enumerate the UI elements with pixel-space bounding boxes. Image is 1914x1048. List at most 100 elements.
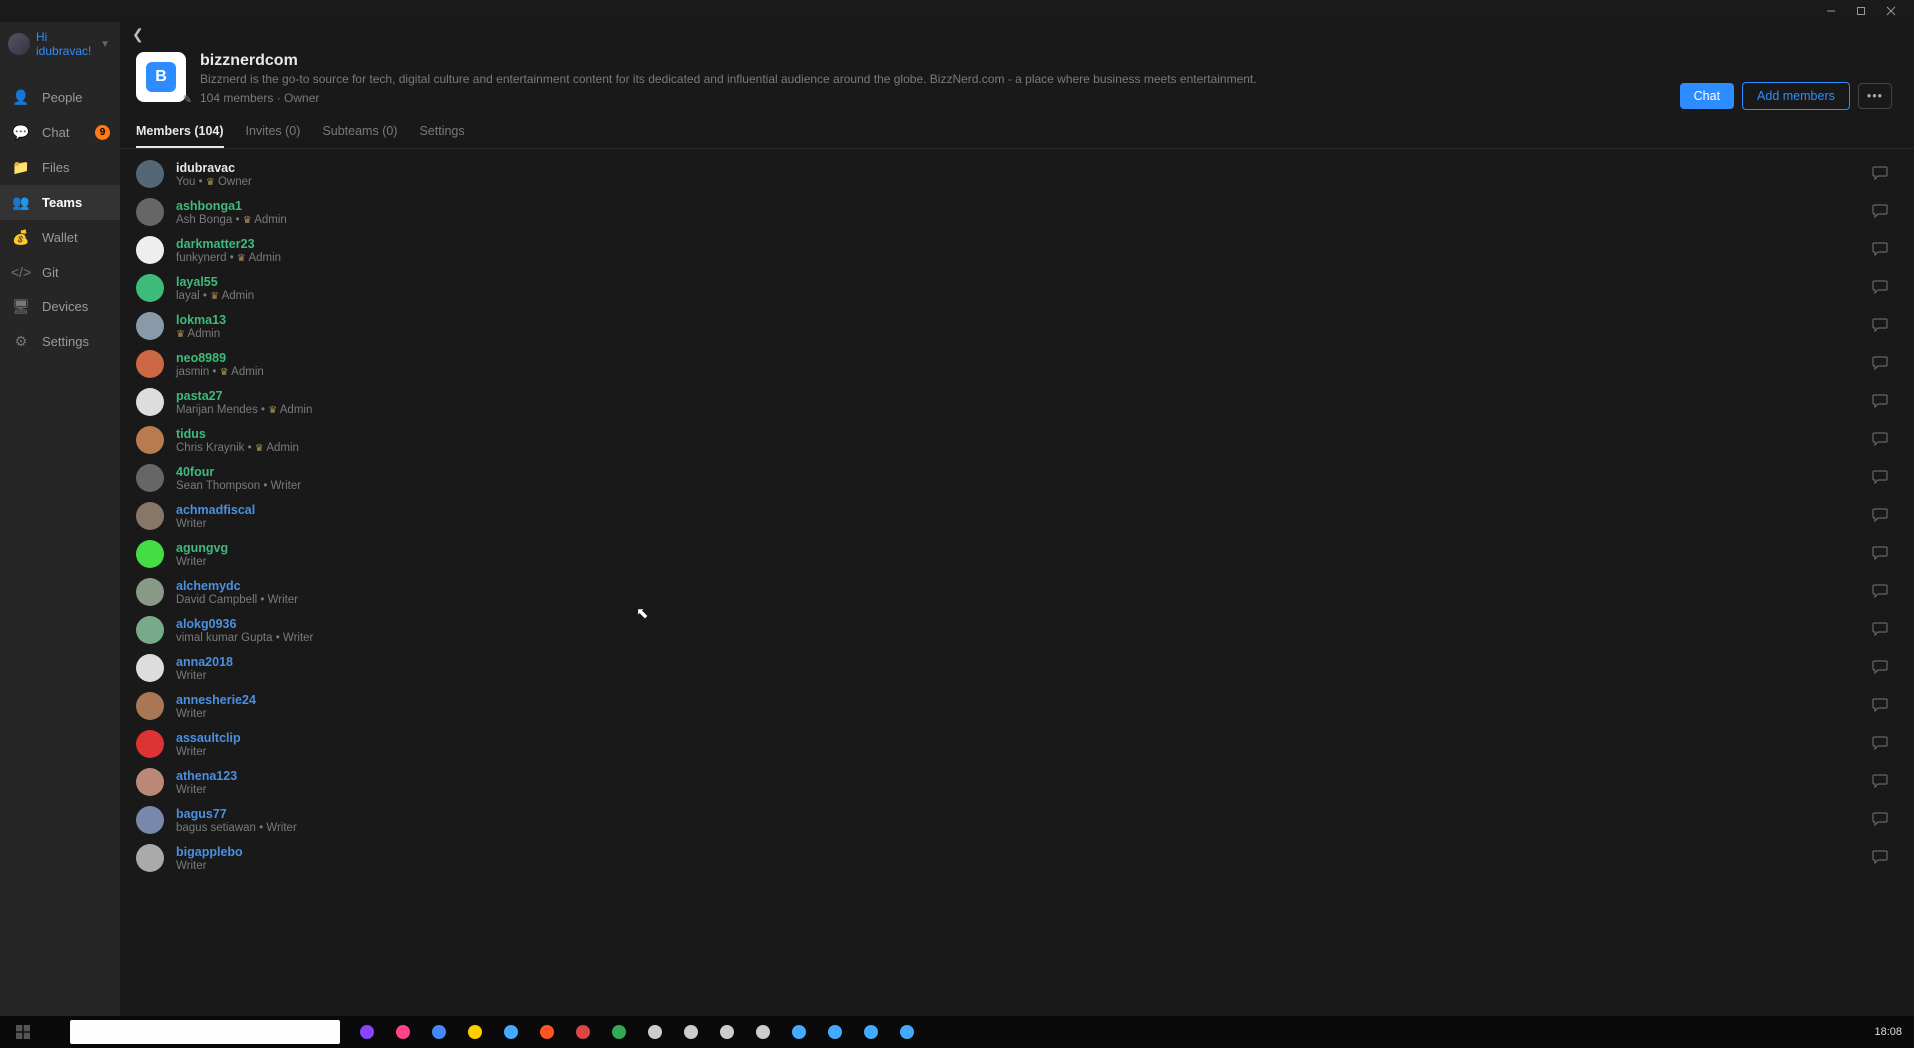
chat-button[interactable]: Chat (1680, 83, 1734, 109)
sidebar: Hi idubravac! ▼ 👤People💬Chat9📁Files👥Team… (0, 22, 120, 1016)
taskbar-app-icon[interactable] (424, 1020, 454, 1044)
tab-members[interactable]: Members (104) (136, 124, 224, 148)
window-close-button[interactable] (1876, 2, 1906, 20)
taskbar-app-icon[interactable] (820, 1020, 850, 1044)
unread-badge: 9 (95, 125, 110, 140)
taskbar-app-icon[interactable] (568, 1020, 598, 1044)
member-row[interactable]: anna2018Writer (132, 649, 1898, 687)
member-chat-icon[interactable] (1866, 356, 1894, 373)
member-row[interactable]: darkmatter23funkynerd • ♛ Admin (132, 231, 1898, 269)
member-subtitle: David Campbell • Writer (176, 594, 1854, 606)
member-row[interactable]: alokg0936vimal kumar Gupta • Writer (132, 611, 1898, 649)
member-row[interactable]: neo8989jasmin • ♛ Admin (132, 345, 1898, 383)
taskbar-app-icon[interactable] (640, 1020, 670, 1044)
sidebar-item-people[interactable]: 👤People (0, 80, 120, 115)
member-row[interactable]: annesherie24Writer (132, 687, 1898, 725)
tab-settings[interactable]: Settings (419, 124, 464, 148)
member-chat-icon[interactable] (1866, 280, 1894, 297)
member-chat-icon[interactable] (1866, 660, 1894, 677)
sidebar-item-git[interactable]: </>Git (0, 255, 120, 289)
taskbar-app-icon[interactable] (856, 1020, 886, 1044)
member-row[interactable]: bigappleboWriter (132, 839, 1898, 877)
sidebar-item-wallet[interactable]: 💰Wallet (0, 220, 120, 255)
window-minimize-button[interactable] (1816, 2, 1846, 20)
member-row[interactable]: layal55layal • ♛ Admin (132, 269, 1898, 307)
sidebar-user-menu[interactable]: Hi idubravac! ▼ (0, 22, 120, 68)
member-row[interactable]: athena123Writer (132, 763, 1898, 801)
member-chat-icon[interactable] (1866, 584, 1894, 601)
member-username: tidus (176, 427, 1854, 441)
member-chat-icon[interactable] (1866, 622, 1894, 639)
team-logo[interactable]: B ✎ (136, 52, 186, 102)
member-avatar (136, 502, 164, 530)
sidebar-item-settings[interactable]: ⚙Settings (0, 324, 120, 359)
taskbar-app-icon[interactable] (604, 1020, 634, 1044)
os-taskbar[interactable]: 18:08 (0, 1016, 1914, 1048)
member-row[interactable]: tidusChris Kraynik • ♛ Admin (132, 421, 1898, 459)
member-chat-icon[interactable] (1866, 204, 1894, 221)
taskbar-app-icon[interactable] (352, 1020, 382, 1044)
member-row[interactable]: lokma13♛ Admin (132, 307, 1898, 345)
taskbar-clock[interactable]: 18:08 (1874, 1026, 1902, 1038)
member-chat-icon[interactable] (1866, 850, 1894, 867)
member-chat-icon[interactable] (1866, 736, 1894, 753)
tab-subteams[interactable]: Subteams (0) (322, 124, 397, 148)
member-chat-icon[interactable] (1866, 242, 1894, 259)
taskbar-app-icon[interactable] (676, 1020, 706, 1044)
member-avatar (136, 540, 164, 568)
member-subtitle: You • ♛ Owner (176, 176, 1854, 188)
member-chat-icon[interactable] (1866, 394, 1894, 411)
member-row[interactable]: 40fourSean Thompson • Writer (132, 459, 1898, 497)
taskbar-app-icon[interactable] (784, 1020, 814, 1044)
tab-invites[interactable]: Invites (0) (246, 124, 301, 148)
member-username: layal55 (176, 275, 1854, 289)
window-maximize-button[interactable] (1846, 2, 1876, 20)
member-chat-icon[interactable] (1866, 470, 1894, 487)
pencil-icon[interactable]: ✎ (183, 93, 192, 106)
member-row[interactable]: ashbonga1Ash Bonga • ♛ Admin (132, 193, 1898, 231)
taskbar-app-icon[interactable] (892, 1020, 922, 1044)
taskbar-search[interactable] (70, 1020, 340, 1044)
sidebar-item-files[interactable]: 📁Files (0, 150, 120, 185)
member-row[interactable]: bagus77bagus setiawan • Writer (132, 801, 1898, 839)
member-avatar (136, 692, 164, 720)
member-username: lokma13 (176, 313, 1854, 327)
member-chat-icon[interactable] (1866, 546, 1894, 563)
member-chat-icon[interactable] (1866, 508, 1894, 525)
taskbar-app-icon[interactable] (532, 1020, 562, 1044)
sidebar-item-chat[interactable]: 💬Chat9 (0, 115, 120, 150)
member-subtitle: Writer (176, 860, 1854, 872)
member-row[interactable]: pasta27Marijan Mendes • ♛ Admin (132, 383, 1898, 421)
member-chat-icon[interactable] (1866, 698, 1894, 715)
sidebar-item-devices[interactable]: 🖥Devices (0, 289, 120, 324)
taskbar-app-icon[interactable] (388, 1020, 418, 1044)
member-row[interactable]: achmadfiscalWriter (132, 497, 1898, 535)
more-button[interactable]: ••• (1858, 83, 1892, 109)
member-subtitle: jasmin • ♛ Admin (176, 366, 1854, 378)
members-list[interactable]: idubravacYou • ♛ Ownerashbonga1Ash Bonga… (120, 149, 1914, 1016)
member-row[interactable]: assaultclipWriter (132, 725, 1898, 763)
member-username: athena123 (176, 769, 1854, 783)
member-row[interactable]: alchemydcDavid Campbell • Writer (132, 573, 1898, 611)
taskbar-app-icon[interactable] (712, 1020, 742, 1044)
member-row[interactable]: agungvgWriter (132, 535, 1898, 573)
member-chat-icon[interactable] (1866, 166, 1894, 183)
member-row[interactable]: idubravacYou • ♛ Owner (132, 155, 1898, 193)
main-content: ❮ B ✎ bizznerdcom Bizznerd is the go-to … (120, 22, 1914, 1016)
member-username: alokg0936 (176, 617, 1854, 631)
taskbar-app-icon[interactable] (460, 1020, 490, 1044)
add-members-button[interactable]: Add members (1742, 82, 1850, 110)
sidebar-item-teams[interactable]: 👥Teams (0, 185, 120, 220)
member-chat-icon[interactable] (1866, 812, 1894, 829)
member-subtitle: Writer (176, 746, 1854, 758)
taskbar-app-icon[interactable] (748, 1020, 778, 1044)
member-chat-icon[interactable] (1866, 774, 1894, 791)
member-avatar (136, 768, 164, 796)
member-chat-icon[interactable] (1866, 432, 1894, 449)
user-greeting: Hi idubravac! (36, 30, 94, 58)
back-button[interactable]: ❮ (132, 26, 144, 42)
taskbar-app-icon[interactable] (496, 1020, 526, 1044)
start-button[interactable] (8, 1020, 38, 1044)
crown-icon: ♛ (237, 253, 246, 264)
member-chat-icon[interactable] (1866, 318, 1894, 335)
